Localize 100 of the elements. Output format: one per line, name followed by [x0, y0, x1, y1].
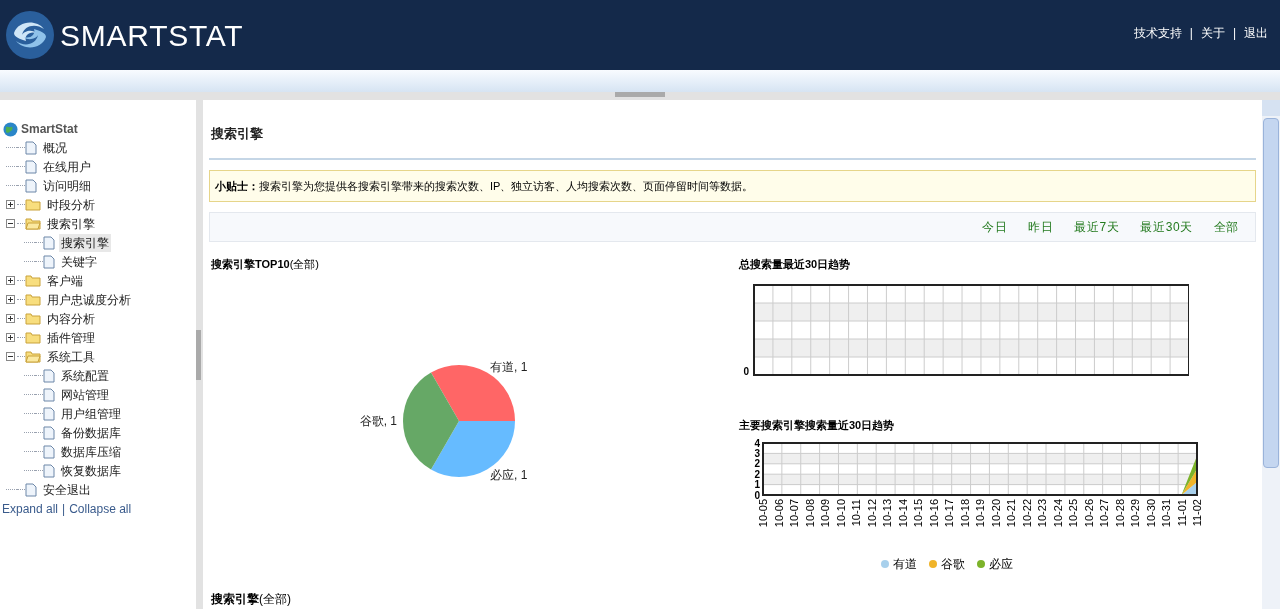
axis-label: 0 — [743, 365, 749, 377]
x-tick-label: 10-22 — [1020, 499, 1033, 528]
tree-item[interactable]: 用户组管理 — [59, 404, 123, 423]
x-tick-label: 10-30 — [1144, 499, 1157, 528]
x-tick-label: 10-13 — [881, 499, 893, 528]
page-icon — [25, 159, 37, 174]
slice-label: 必应, 1 — [490, 467, 528, 482]
open-folder-icon — [25, 217, 41, 230]
expand-all-link[interactable]: Expand all — [2, 500, 59, 518]
y-tick-label: 2 — [754, 458, 760, 470]
expand-icon[interactable] — [6, 200, 15, 209]
legend-label: 必应 — [989, 556, 1013, 573]
tree-item[interactable]: 系统工具 — [45, 347, 97, 366]
x-tick-label: 10-25 — [1067, 499, 1079, 528]
tree-item[interactable]: 用户忠诚度分析 — [45, 290, 133, 309]
tree-item[interactable]: 备份数据库 — [59, 423, 123, 442]
tree-item[interactable]: 恢复数据库 — [59, 461, 123, 480]
x-tick-label: 10-29 — [1129, 499, 1141, 528]
logo-text: SMARTSTAT — [60, 17, 244, 54]
x-tick-label: 10-21 — [1005, 499, 1017, 528]
collapse-icon[interactable] — [6, 219, 15, 228]
x-tick-label: 10-20 — [989, 499, 1002, 528]
splitter-handle[interactable] — [615, 92, 665, 97]
tree-item[interactable]: 插件管理 — [45, 328, 97, 347]
tree-item[interactable]: 数据库压缩 — [59, 442, 123, 461]
x-tick-label: 10-15 — [912, 499, 924, 528]
tip-text: 小贴士：搜索引擎为您提供各搜索引擎带来的搜索次数、IP、独立访客、人均搜索次数、页面停留时间等数据。 — [215, 179, 754, 192]
page-icon — [43, 444, 55, 459]
expand-icon[interactable] — [6, 333, 15, 342]
page-icon — [25, 140, 37, 155]
page-icon — [43, 254, 55, 269]
tree-item[interactable]: 时段分析 — [45, 195, 97, 214]
splitter-handle[interactable] — [196, 329, 201, 380]
folder-icon — [25, 331, 41, 344]
page-icon — [43, 235, 55, 250]
x-tick-label: 10-14 — [896, 499, 909, 528]
tree-item[interactable]: 系统配置 — [59, 366, 111, 385]
x-tick-label: 10-18 — [958, 499, 971, 528]
y-tick-label: 1 — [754, 479, 760, 491]
page-icon — [43, 387, 55, 402]
tree-item[interactable]: 客户端 — [45, 271, 85, 290]
tree-item[interactable]: 在线用户 — [41, 157, 93, 176]
x-tick-label: 10-27 — [1098, 499, 1110, 528]
tree-item[interactable]: 搜索引擎 — [45, 214, 97, 233]
range-link[interactable]: 全部 — [1213, 218, 1239, 236]
x-tick-label: 10-23 — [1036, 499, 1048, 528]
separator: | — [1189, 25, 1193, 42]
y-tick-label: 0 — [754, 489, 760, 501]
chart-title: 主要搜索引擎搜索量近30日趋势 — [739, 417, 896, 433]
expand-icon[interactable] — [6, 276, 15, 285]
separator: | — [1232, 25, 1236, 42]
page-icon — [43, 463, 55, 478]
x-tick-label: 10-16 — [927, 499, 940, 528]
x-tick-label: 10-19 — [974, 499, 986, 528]
page-icon — [25, 482, 37, 497]
tree-item[interactable]: 内容分析 — [45, 309, 97, 328]
tree-item[interactable]: 安全退出 — [41, 480, 93, 499]
x-tick-label: 10-05 — [757, 499, 769, 528]
tree-root[interactable]: SmartStat — [21, 120, 78, 138]
x-tick-label: 10-06 — [772, 499, 785, 528]
chart-title: 总搜索量最近30日趋势 — [739, 257, 852, 272]
chart-title: 搜索引擎TOP10(全部) — [210, 257, 320, 272]
expand-icon[interactable] — [6, 314, 15, 323]
slice-label: 谷歌, 1 — [359, 413, 397, 428]
collapse-all-link[interactable]: Collapse all — [69, 500, 132, 518]
tree-item[interactable]: 关键字 — [59, 252, 99, 271]
range-link[interactable]: 最近30天 — [1140, 218, 1193, 236]
x-tick-label: 10-24 — [1051, 499, 1064, 528]
tree-item[interactable]: 概况 — [41, 138, 69, 157]
page-icon — [25, 178, 37, 193]
section-title: 搜索引擎(全部) — [210, 591, 292, 608]
range-link[interactable]: 昨日 — [1028, 218, 1054, 236]
expand-icon[interactable] — [6, 295, 15, 304]
folder-icon — [25, 312, 41, 325]
x-tick-label: 10-31 — [1160, 499, 1172, 528]
page-icon — [43, 406, 55, 421]
slice-label: 有道, 1 — [490, 359, 528, 374]
header-link[interactable]: 关于 — [1200, 24, 1225, 42]
scroll-thumb[interactable] — [1263, 118, 1279, 468]
globe-icon — [3, 121, 18, 137]
collapse-icon[interactable] — [6, 352, 15, 361]
x-tick-label: 11-01 — [1175, 499, 1188, 527]
tree-item[interactable]: 搜索引擎 — [59, 233, 111, 252]
folder-icon — [25, 293, 41, 306]
folder-icon — [25, 274, 41, 287]
x-tick-label: 10-26 — [1082, 499, 1095, 528]
page-icon — [43, 425, 55, 440]
tree-item[interactable]: 网站管理 — [59, 385, 111, 404]
tree-item[interactable]: 访问明细 — [41, 176, 93, 195]
range-link[interactable]: 最近7天 — [1074, 218, 1120, 236]
page-title: 搜索引擎 — [209, 124, 1256, 160]
header-link[interactable]: 技术支持 — [1133, 24, 1182, 42]
range-link[interactable]: 今日 — [981, 218, 1008, 236]
scrollbar[interactable] — [1262, 100, 1280, 609]
y-tick-label: 4 — [754, 439, 760, 449]
page-icon — [43, 368, 55, 383]
separator: | — [62, 501, 66, 518]
header-link[interactable]: 退出 — [1244, 24, 1268, 42]
legend-label: 谷歌 — [941, 556, 965, 573]
folder-icon — [25, 198, 41, 211]
